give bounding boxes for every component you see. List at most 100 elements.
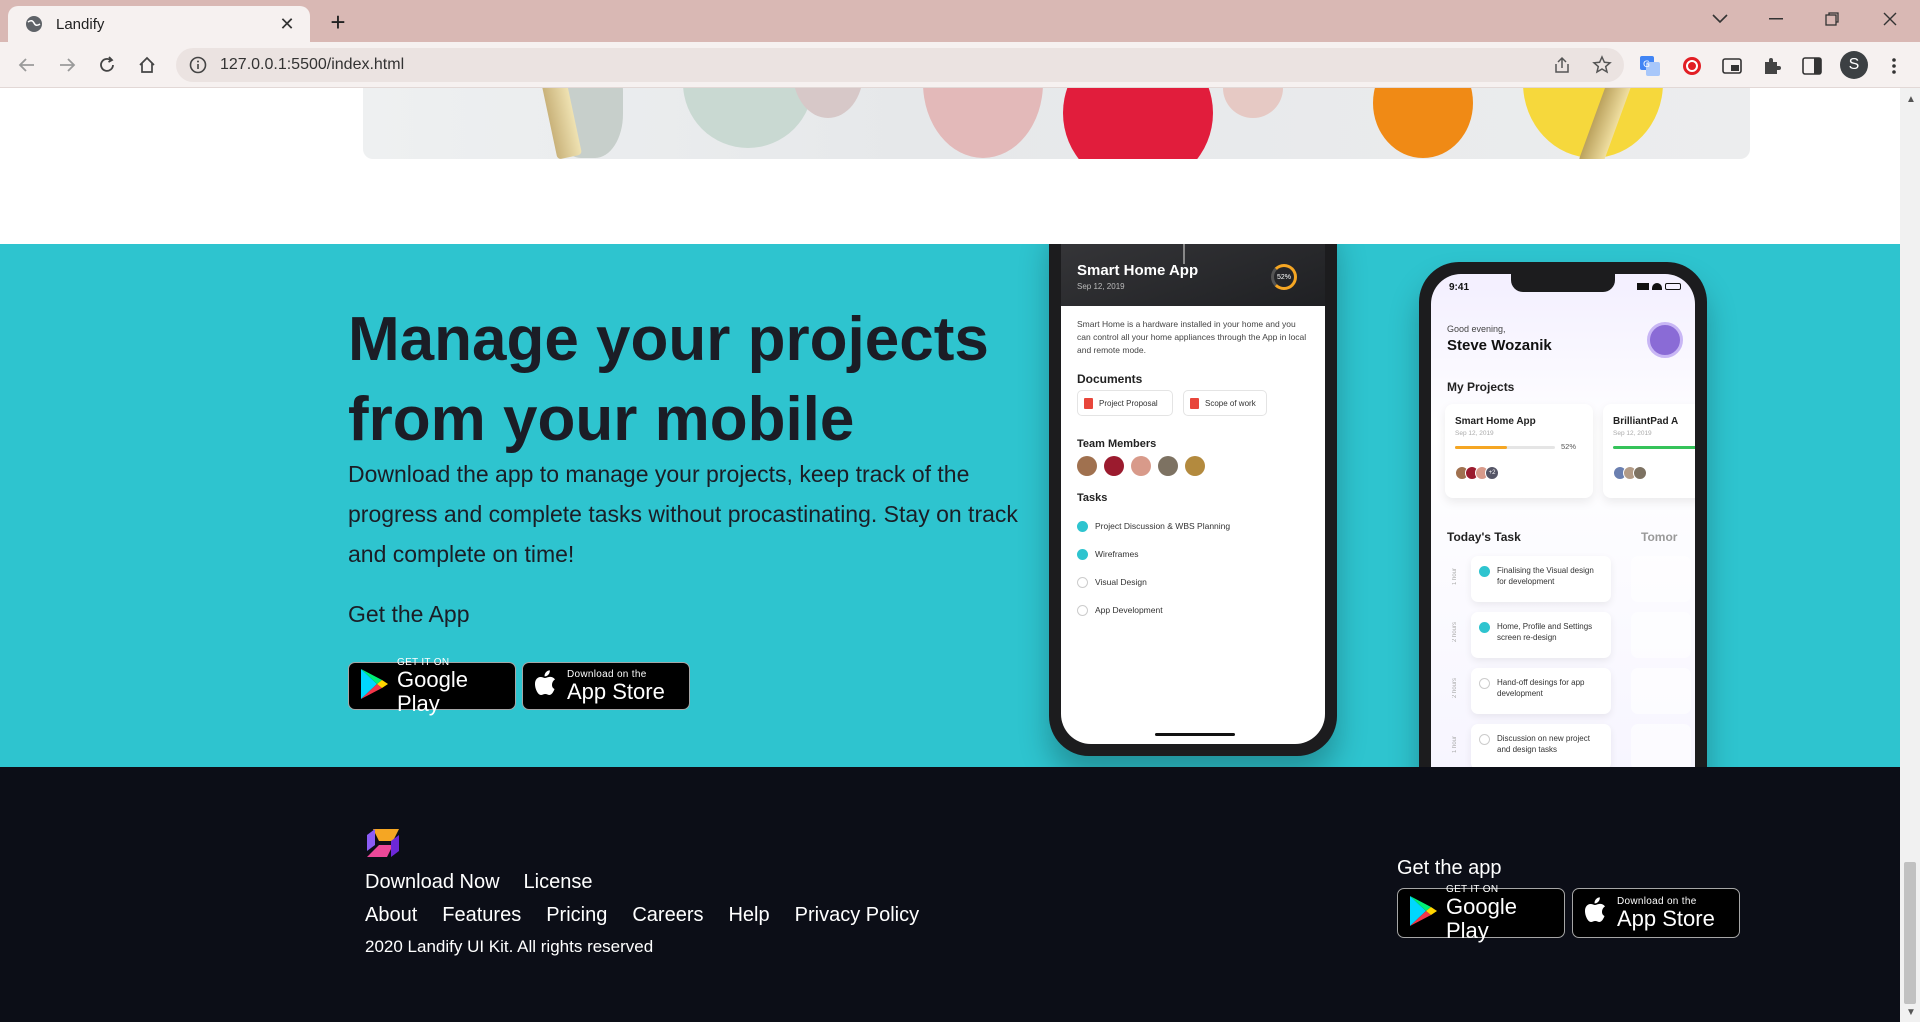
project-card[interactable]: BrilliantPad A Sep 12, 2019 [1603,404,1695,498]
google-play-button[interactable]: GET IT ON Google Play [348,657,516,715]
site-info-icon[interactable] [188,55,208,75]
scrollbar-thumb[interactable] [1904,862,1916,1004]
google-play-icon [1408,895,1438,932]
documents-heading: Documents [1077,372,1143,386]
task-label: Home, Profile and Settings screen re-des… [1497,622,1593,642]
status-time: 9:41 [1449,282,1470,293]
address-bar[interactable]: 127.0.0.1:5500/index.html [176,48,1624,82]
section-description: Download the app to manage your projects… [348,461,1018,567]
today-task-heading: Today's Task [1447,530,1521,544]
google-play-small-text: GET IT ON [1446,883,1499,895]
minimize-button[interactable] [1748,0,1804,38]
share-icon[interactable] [1552,55,1572,75]
today-task-card[interactable]: Finalising the Visual design for develop… [1471,556,1611,602]
tomorrow-task-card [1631,724,1691,767]
adblock-extension-icon[interactable] [1681,55,1703,77]
extensions-puzzle-icon[interactable] [1761,55,1783,77]
check-icon [1479,566,1490,577]
app-store-small-text: Download on the [567,668,647,680]
new-tab-button[interactable]: + [324,7,352,37]
bookmark-star-icon[interactable] [1592,55,1612,75]
today-task-card[interactable]: Hand-off desings for app development [1471,668,1611,714]
today-task-card[interactable]: Discussion on new project and design tas… [1471,724,1611,767]
footer-link-about[interactable]: About [365,904,417,927]
browser-menu-icon[interactable] [1883,55,1905,77]
footer-link-help[interactable]: Help [728,904,769,927]
side-panel-icon[interactable] [1801,55,1823,77]
footer-app-store-button[interactable]: Download on the App Store [1572,888,1740,938]
globe-icon [24,14,44,34]
project-description: Smart Home is a hardware installed in yo… [1077,319,1307,355]
footer-link-license[interactable]: License [524,871,593,894]
footer-link-privacy-policy[interactable]: Privacy Policy [795,904,919,927]
project-card-date: Sep 12, 2019 [1455,430,1494,437]
project-card-date: Sep 12, 2019 [1613,430,1652,437]
phone-mockup-dashboard: 9:41 Good evening, Steve Wozanik My Proj… [1419,262,1707,767]
close-tab-icon[interactable]: ✕ [276,13,298,35]
tomorrow-task-card [1631,612,1691,658]
picture-in-picture-icon[interactable] [1721,55,1743,77]
scroll-up-arrow-icon[interactable]: ▲ [1906,94,1916,105]
user-avatar[interactable] [1647,322,1683,358]
mobile-app-section: Manage your projects from your mobile Do… [0,244,1900,767]
project-card-title: Smart Home App [1455,416,1536,427]
forward-button[interactable] [52,50,82,80]
translate-extension-icon[interactable]: G [1639,55,1661,77]
footer-google-play-button[interactable]: GET IT ON Google Play [1397,884,1565,942]
app-store-big-text: App Store [567,678,665,704]
unchecked-icon [1077,604,1088,616]
document-chip[interactable]: Scope of work [1183,390,1267,416]
footer-links-secondary: About Features Pricing Careers Help Priv… [365,904,919,927]
back-button[interactable] [12,50,42,80]
project-avatars [1613,466,1647,480]
task-item[interactable]: Visual Design [1077,568,1230,596]
document-chip[interactable]: Project Proposal [1077,390,1173,416]
close-window-button[interactable] [1862,0,1918,38]
scroll-down-arrow-icon[interactable]: ▼ [1906,1007,1916,1018]
section-heading: Manage your projects from your mobile [348,305,989,454]
profile-avatar[interactable]: S [1840,51,1868,79]
today-task-card[interactable]: Home, Profile and Settings screen re-des… [1471,612,1611,658]
apple-icon [533,669,559,704]
page-scrollbar[interactable]: ▲ ▼ [1900,88,1920,1022]
project-title: Smart Home App [1077,262,1199,279]
phone-screen: 9:41 Good evening, Steve Wozanik My Proj… [1431,274,1695,767]
task-item[interactable]: Wireframes [1077,540,1230,568]
project-card[interactable]: Smart Home App Sep 12, 2019 52% +2 [1445,404,1593,498]
reload-button[interactable] [92,50,122,80]
copyright-text: 2020 Landify UI Kit. All rights reserved [365,937,654,956]
document-name: Project Proposal [1099,398,1158,408]
google-play-big-text: Google Play [1446,893,1517,943]
tomorrow-task-card [1631,668,1691,714]
task-label: Wireframes [1095,549,1139,559]
avatar [1185,456,1205,476]
more-members-badge: +2 [1485,466,1499,480]
avatar [1104,456,1124,476]
tab-search-icon[interactable] [1692,0,1748,38]
apple-icon [1583,896,1609,931]
app-store-button[interactable]: Download on the App Store [522,662,690,710]
google-play-small-text: GET IT ON [397,656,450,668]
page-viewport: Manage your projects from your mobile Do… [0,88,1900,1022]
projects-heading: My Projects [1447,380,1515,394]
landify-logo-icon[interactable] [365,827,401,863]
footer-link-features[interactable]: Features [442,904,521,927]
task-item[interactable]: Project Discussion & WBS Planning [1077,512,1230,540]
user-name: Steve Wozanik [1447,337,1552,354]
url-text: 127.0.0.1:5500/index.html [220,56,405,73]
home-indicator [1155,733,1235,736]
document-name: Scope of work [1205,398,1256,408]
progress-ring: 52% [1271,264,1297,290]
task-duration: 1 hour [1452,735,1458,753]
footer-link-pricing[interactable]: Pricing [546,904,607,927]
restore-button[interactable] [1804,0,1860,38]
app-store-small-text: Download on the [1617,895,1697,907]
browser-tab[interactable]: Landify ✕ [8,6,310,42]
task-item[interactable]: App Development [1077,596,1230,624]
project-header-image: Smart Home App Sep 12, 2019 52% [1061,244,1325,306]
footer-link-careers[interactable]: Careers [632,904,703,927]
task-duration: 1 hour [1452,567,1458,585]
task-duration: 2 hours [1452,678,1458,699]
home-button[interactable] [132,50,162,80]
footer-link-download-now[interactable]: Download Now [365,871,500,894]
